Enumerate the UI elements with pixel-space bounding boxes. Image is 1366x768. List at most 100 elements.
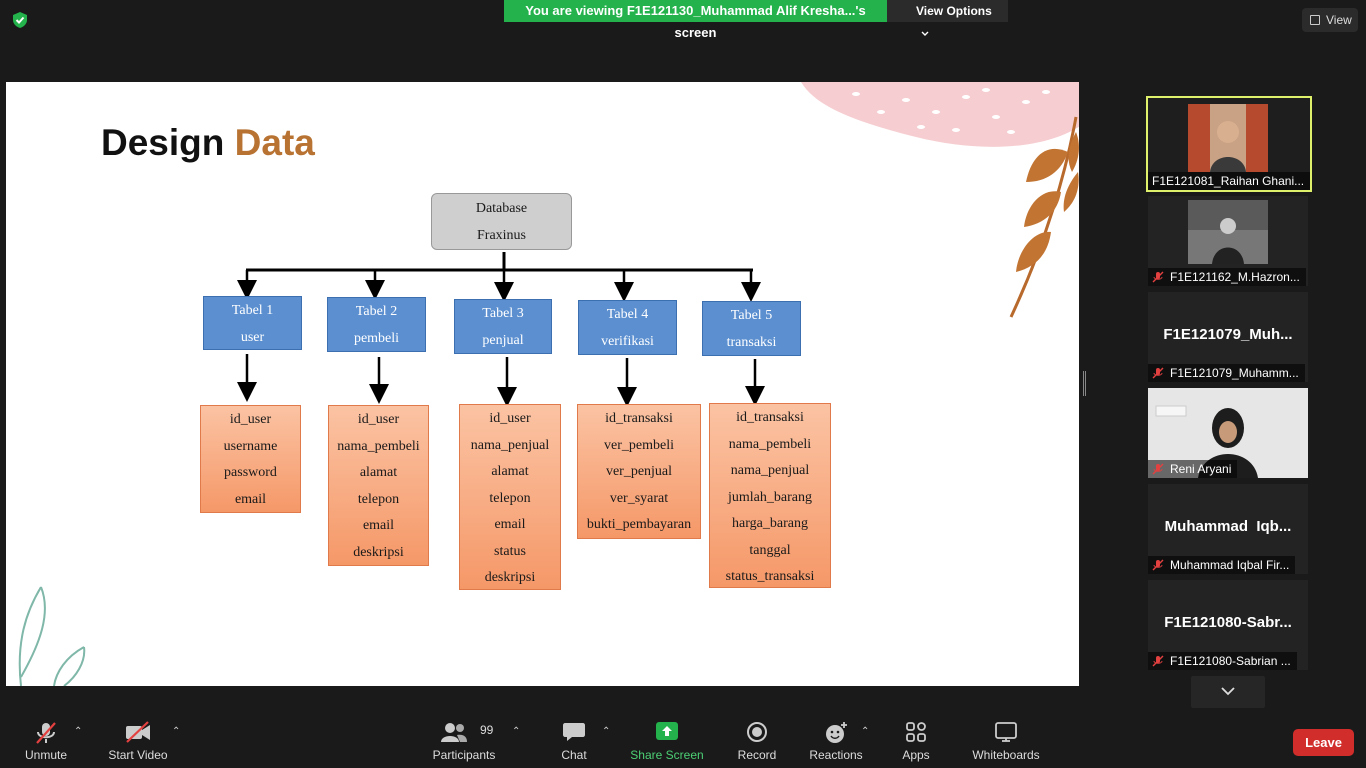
mic-muted-icon [1152, 366, 1164, 379]
participant-tile[interactable]: F1E121081_Raihan Ghani... [1146, 96, 1312, 192]
table-sub: transaksi [726, 334, 777, 350]
table-name: Tabel 1 [231, 303, 274, 318]
participant-name: Muhammad Iqbal Fir... [1148, 556, 1296, 574]
field-item: ver_pembeli [604, 437, 674, 453]
whiteboard-icon [995, 722, 1017, 742]
table-box: Tabel 4 verifikasi [578, 300, 677, 355]
share-screen-button[interactable]: Share Screen [628, 712, 706, 768]
chat-button[interactable]: Chat [554, 712, 594, 768]
grid-view-icon [1310, 15, 1320, 25]
field-item: id_user [357, 412, 400, 427]
table-box: Tabel 5 transaksi [702, 301, 801, 356]
participant-name: F1E121080-Sabrian ... [1148, 652, 1297, 670]
mic-muted-icon [1152, 462, 1164, 475]
field-item: telepon [357, 491, 400, 507]
fields-box: id_transaksi ver_pembeli ver_penjual ver… [577, 404, 701, 539]
record-icon [747, 722, 767, 742]
reactions-button[interactable]: Reactions [806, 712, 866, 768]
participant-name: F1E121079_Muhamm... [1148, 364, 1305, 382]
reactions-icon [826, 722, 847, 743]
field-item: id_transaksi [736, 410, 804, 425]
whiteboards-label: Whiteboards [972, 748, 1040, 762]
fields-box: id_user username password email [200, 405, 301, 513]
field-item: tanggal [749, 542, 791, 558]
field-item: alamat [359, 465, 398, 480]
participant-display-name: F1E121080-Sabr... [1164, 614, 1292, 631]
mic-muted-icon [1152, 558, 1164, 571]
participants-button[interactable]: 99 Participants [428, 712, 500, 768]
field-item: telepon [489, 490, 531, 506]
video-off-icon [126, 721, 150, 743]
whiteboards-button[interactable]: Whiteboards [968, 712, 1044, 768]
participant-name: Reni Aryani [1148, 460, 1238, 478]
apps-label: Apps [902, 748, 930, 762]
table-sub: user [240, 329, 265, 345]
participants-count: 99 [480, 723, 494, 737]
view-button[interactable]: View [1302, 8, 1358, 32]
mic-muted-icon [36, 722, 56, 744]
record-label: Record [737, 748, 777, 762]
table-name: Tabel 4 [606, 307, 649, 322]
field-item: nama_pembeli [337, 438, 420, 454]
chevron-down-icon [921, 31, 929, 36]
audio-options-caret[interactable]: ⌃ [74, 726, 82, 737]
participant-display-name: Muhammad Iqb... [1164, 518, 1292, 535]
share-screen-icon [656, 722, 678, 740]
field-item: email [362, 518, 395, 533]
mic-muted-icon [1152, 270, 1164, 283]
field-item: id_user [229, 412, 272, 427]
field-item: nama_pembeli [728, 436, 812, 452]
table-box: Tabel 1 user [203, 296, 302, 350]
database-label: Database [475, 201, 528, 216]
table-sub: pembeli [353, 330, 400, 346]
apps-button[interactable]: Apps [896, 712, 936, 768]
field-item: nama_penjual [730, 463, 810, 478]
chat-label: Chat [561, 748, 587, 762]
field-item: bukti_pembayaran [586, 517, 692, 532]
field-item: email [494, 517, 526, 532]
reactions-options-caret[interactable]: ⌃ [861, 726, 869, 737]
unmute-button[interactable]: Unmute [14, 712, 78, 768]
participant-tile[interactable]: F1E121079_Muh... F1E121079_Muhamm... [1148, 292, 1308, 382]
chat-options-caret[interactable]: ⌃ [602, 726, 610, 737]
scroll-participants-down-button[interactable] [1191, 676, 1265, 708]
field-item: username [223, 438, 278, 454]
view-options-button[interactable]: View Options [887, 0, 1008, 36]
participants-icon [441, 723, 467, 742]
leave-button[interactable]: Leave [1293, 729, 1354, 756]
field-item: id_transaksi [605, 411, 673, 426]
participant-tile[interactable]: Reni Aryani [1148, 388, 1308, 478]
apps-icon [906, 722, 926, 742]
table-name: Tabel 3 [482, 306, 524, 321]
field-item: status_transaksi [725, 569, 815, 584]
participant-tile[interactable]: Muhammad Iqb... Muhammad Iqbal Fir... [1148, 484, 1308, 574]
field-item: deskripsi [484, 570, 536, 585]
field-item: ver_syarat [609, 490, 669, 506]
chevron-down-icon [1221, 687, 1235, 696]
start-video-button[interactable]: Start Video [103, 712, 173, 768]
table-name: Tabel 2 [355, 304, 398, 319]
diagram-connectors [237, 252, 765, 407]
share-screen-label: Share Screen [630, 748, 704, 762]
field-item: password [224, 465, 277, 480]
security-shield-icon[interactable] [11, 11, 29, 29]
shared-screen: Design Data Database Fraxinus Tabel 1 us… [6, 82, 1079, 686]
participant-tile[interactable]: F1E121162_M.Hazron... [1148, 196, 1308, 286]
database-box: Database Fraxinus [431, 193, 572, 250]
video-options-caret[interactable]: ⌃ [172, 726, 180, 737]
meeting-toolbar: Unmute ⌃ Start Video ⌃ 99 Participants ⌃… [0, 712, 1366, 768]
table-box: Tabel 3 penjual [454, 299, 552, 354]
participants-options-caret[interactable]: ⌃ [512, 726, 520, 737]
record-button[interactable]: Record [732, 712, 782, 768]
chat-icon [563, 723, 585, 741]
field-item: email [234, 491, 267, 507]
participant-tile[interactable]: F1E121080-Sabr... F1E121080-Sabrian ... [1148, 580, 1308, 670]
start-video-label: Start Video [108, 748, 168, 762]
participant-video [1188, 200, 1268, 264]
panel-resize-handle[interactable] [1083, 371, 1086, 396]
field-item: jumlah_barang [728, 489, 812, 505]
participant-name: F1E121162_M.Hazron... [1148, 268, 1306, 286]
fields-box: id_user nama_penjual alamat telepon emai… [459, 404, 561, 590]
participant-display-name: F1E121079_Muh... [1163, 326, 1293, 343]
reactions-label: Reactions [809, 748, 863, 762]
